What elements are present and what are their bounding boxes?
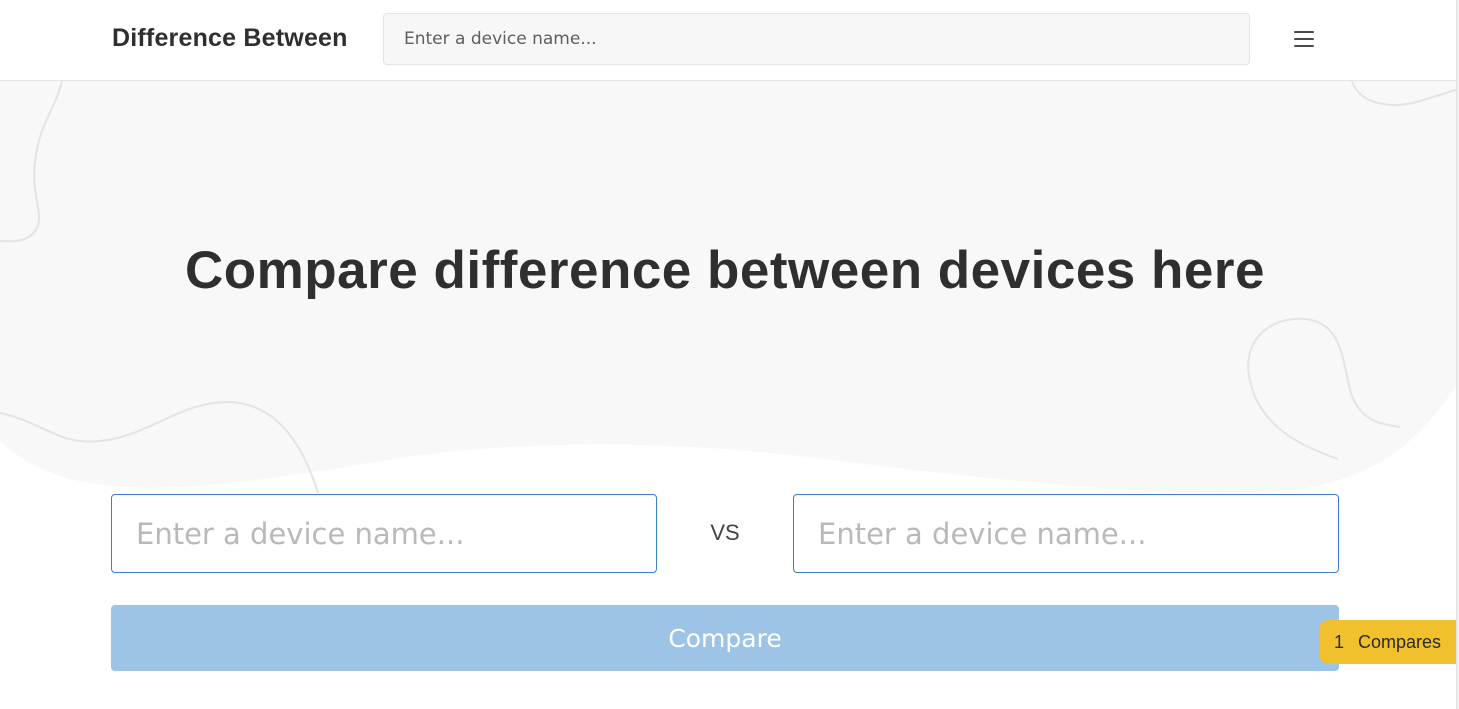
site-header: Difference Between xyxy=(0,0,1459,81)
device-input-left[interactable] xyxy=(111,494,657,573)
page: Difference Between Compare difference be… xyxy=(0,0,1459,709)
compares-count: 1 xyxy=(1334,631,1345,652)
brand-logo-text[interactable]: Difference Between xyxy=(112,24,348,53)
hero-title: Compare difference between devices here xyxy=(185,241,1265,300)
compares-badge[interactable]: 1 Compares xyxy=(1319,620,1459,664)
vs-label: VS xyxy=(710,520,740,545)
compares-label: Compares xyxy=(1358,631,1442,652)
hamburger-menu-icon[interactable] xyxy=(1290,28,1318,50)
compare-button[interactable]: Compare xyxy=(111,605,1339,671)
header-search-input[interactable] xyxy=(383,13,1250,65)
device-input-right[interactable] xyxy=(793,494,1339,573)
